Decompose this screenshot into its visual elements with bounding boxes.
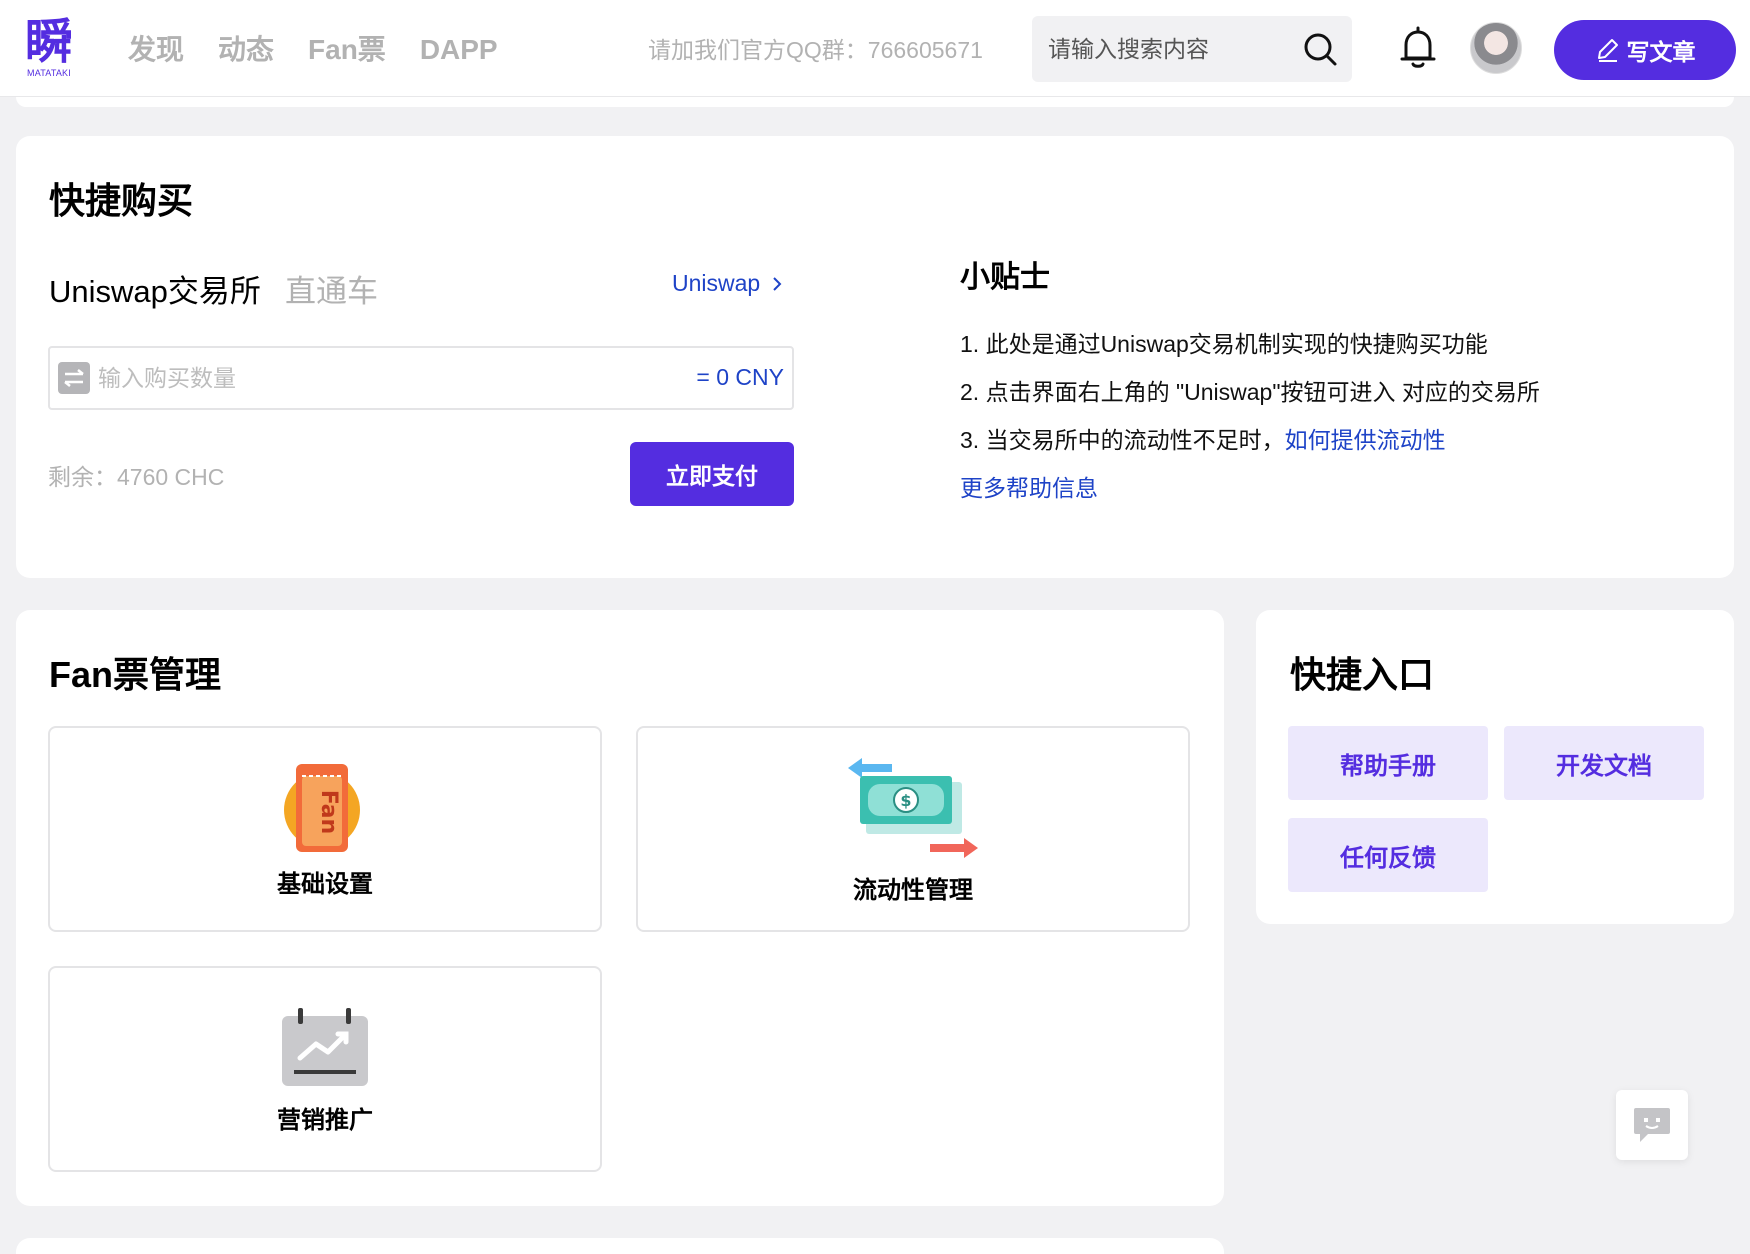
search-icon[interactable] (1302, 31, 1338, 67)
write-article-label: 写文章 (1626, 39, 1696, 65)
svg-text:$: $ (900, 791, 911, 810)
matataki-logo[interactable]: 瞬 MATATAKI (22, 14, 76, 80)
uniswap-link-label: Uniswap (672, 270, 761, 296)
logo-subtitle: MATATAKI (27, 68, 71, 78)
top-navbar: 瞬 MATATAKI 发现 动态 Fan票 DAPP 请加我们官方QQ群：766… (0, 0, 1750, 97)
tile-basic-settings[interactable]: Fan 基础设置 (48, 726, 602, 932)
nav-discover[interactable]: 发现 (128, 30, 184, 70)
tip-3: 3. 当交易所中的流动性不足时，如何提供流动性 (960, 424, 1446, 456)
floating-feedback-button[interactable] (1616, 1090, 1688, 1160)
quick-buy-title: 快捷购买 (49, 180, 194, 221)
svg-text:Fan: Fan (316, 790, 341, 834)
exchange-title: Uniswap交易所 (49, 274, 261, 309)
tip-3-text: 3. 当交易所中的流动性不足时， (960, 427, 1285, 453)
provide-liquidity-link[interactable]: 如何提供流动性 (1285, 427, 1446, 453)
next-card-edge (16, 1238, 1224, 1254)
quick-buy-card: 快捷购买 Uniswap交易所 直通车 Uniswap = 0 CNY 剩余：4… (16, 136, 1734, 578)
purchase-amount-box: = 0 CNY (48, 346, 794, 410)
more-help-link[interactable]: 更多帮助信息 (960, 472, 1098, 504)
help-manual-button[interactable]: 帮助手册 (1288, 726, 1488, 800)
tile-liquidity-management[interactable]: $ 流动性管理 (636, 726, 1190, 932)
tile-marketing[interactable]: 营销推广 (48, 966, 602, 1172)
exchange-subtitle: 直通车 (285, 274, 378, 309)
write-article-button[interactable]: 写文章 (1554, 20, 1736, 80)
tile-basic-settings-label: 基础设置 (277, 871, 373, 898)
tip-2: 2. 点击界面右上角的 "Uniswap"按钮可进入 对应的交易所 (960, 379, 1540, 405)
nav-fan-ticket[interactable]: Fan票 (308, 30, 386, 70)
uniswap-link[interactable]: Uniswap (672, 270, 784, 297)
tile-liquidity-management-label: 流动性管理 (853, 877, 973, 904)
notification-bell-icon[interactable] (1398, 26, 1438, 70)
logo-mark-icon: 瞬 (25, 14, 73, 66)
fan-ticket-icon: Fan (284, 764, 360, 852)
qq-group-notice: 请加我们官方QQ群：766605671 (648, 37, 983, 63)
tips-title: 小贴士 (960, 261, 1050, 294)
quick-entry-card: 快捷入口 帮助手册 开发文档 任何反馈 (1256, 610, 1734, 924)
remaining-balance: 剩余：4760 CHC (48, 464, 225, 490)
tip-1: 1. 此处是通过Uniswap交易机制实现的快捷购买功能 (960, 331, 1488, 357)
svg-text:瞬: 瞬 (25, 14, 73, 66)
nav-feed[interactable]: 动态 (218, 30, 274, 70)
main-nav: 发现 动态 Fan票 DAPP (128, 30, 498, 70)
dev-docs-button[interactable]: 开发文档 (1504, 726, 1704, 800)
calendar-chart-icon (282, 1008, 368, 1086)
quick-entry-title: 快捷入口 (1290, 654, 1435, 695)
top-card-edge (16, 97, 1734, 107)
tile-marketing-label: 营销推广 (277, 1107, 373, 1134)
pay-now-button[interactable]: 立即支付 (630, 442, 794, 506)
feedback-button[interactable]: 任何反馈 (1288, 818, 1488, 892)
fan-ticket-management-card: Fan票管理 Fan 基础设置 $ 流动性管理 营销推广 (16, 610, 1224, 1206)
user-avatar[interactable] (1470, 22, 1522, 74)
pen-icon (1597, 39, 1618, 62)
chat-bubble-icon (1634, 1108, 1670, 1142)
swap-icon (58, 362, 90, 394)
nav-dapp[interactable]: DAPP (420, 30, 498, 70)
cny-value: = 0 CNY (696, 364, 784, 390)
fan-mgmt-title: Fan票管理 (49, 654, 222, 695)
purchase-amount-input[interactable] (98, 348, 598, 408)
search-input[interactable] (1048, 16, 1288, 82)
money-exchange-icon: $ (848, 758, 978, 858)
search-box (1032, 16, 1352, 82)
chevron-right-icon (773, 276, 782, 291)
